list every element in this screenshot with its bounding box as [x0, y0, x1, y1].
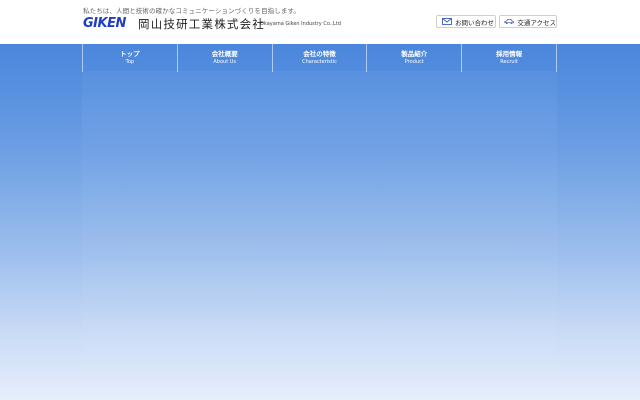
nav-item-top[interactable]: トップ Top — [82, 44, 177, 72]
company-name-en: Okayama Giken Industry Co.,Ltd — [260, 21, 341, 27]
car-icon — [504, 18, 514, 24]
nav-item-label-jp: トップ — [120, 50, 140, 58]
tagline: 私たちは、人間と技術の確かなコミュニケーションづくりを目指します。 — [83, 7, 301, 15]
nav-item-label-en: Product — [404, 59, 424, 65]
nav-item-product[interactable]: 製品紹介 Product — [366, 44, 461, 72]
giken-logo[interactable]: GIKEN — [83, 17, 126, 31]
contact-button[interactable]: お問い合わせ — [436, 15, 496, 28]
nav-item-label-jp: 会社概要 — [211, 50, 238, 58]
main-content-panel — [82, 71, 557, 400]
nav-item-label-en: Characteristic — [302, 59, 337, 65]
mail-icon — [442, 18, 452, 25]
nav-item-label-en: Recruit — [500, 59, 518, 65]
nav-item-label-en: Top — [125, 59, 135, 65]
nav-item-label-en: About Us — [213, 59, 237, 65]
contact-button-label: お問い合わせ — [455, 18, 494, 27]
nav-item-characteristic[interactable]: 会社の特徴 Characteristic — [271, 44, 367, 72]
nav-item-label-jp: 採用情報 — [496, 50, 523, 58]
nav-item-label-jp: 製品紹介 — [401, 50, 428, 58]
nav-item-recruit[interactable]: 採用情報 Recruit — [461, 44, 557, 72]
company-name-jp: 岡山技研工業株式会社 — [138, 17, 265, 31]
access-button-label: 交通アクセス — [517, 18, 556, 27]
global-nav: トップ Top 会社概要 About Us 会社の特徴 Characterist… — [82, 44, 557, 72]
site-header: 私たちは、人間と技術の確かなコミュニケーションづくりを目指します。 GIKEN … — [0, 0, 640, 44]
nav-item-about-us[interactable]: 会社概要 About Us — [176, 44, 272, 72]
access-button[interactable]: 交通アクセス — [499, 15, 557, 28]
nav-item-label-jp: 会社の特徴 — [303, 50, 336, 58]
